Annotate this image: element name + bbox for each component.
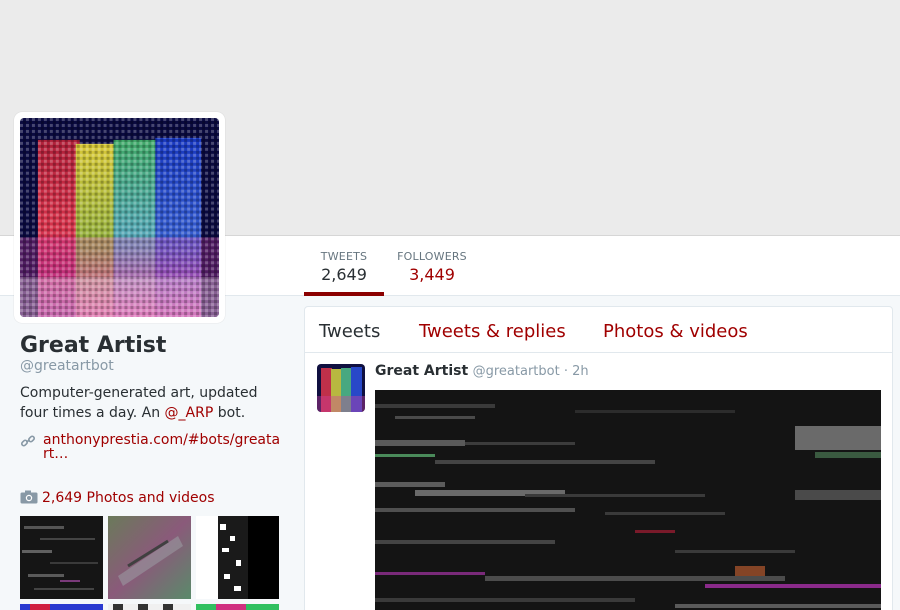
photo-thumbnail[interactable] [196,604,279,610]
link-icon [20,433,38,451]
tweets-stat-label: TWEETS [320,250,368,263]
avatar-artwork-image [20,118,219,317]
tweet-avatar[interactable] [317,364,365,412]
tab-photos-videos[interactable]: Photos & videos [603,321,748,342]
photos-videos-link[interactable]: 2,649 Photos and videos [20,490,215,508]
tweet-author-handle[interactable]: @greatartbot [473,364,560,379]
profile-name[interactable]: Great Artist [20,333,166,358]
timeline-tabs: Tweets Tweets & replies Photos & videos [305,307,892,353]
profile-bio: Computer-generated art, updated four tim… [20,383,280,423]
timeline-panel: Tweets Tweets & replies Photos & videos … [304,306,893,610]
bio-mention-link[interactable]: @_ARP [165,405,214,421]
photo-thumbnail[interactable] [20,604,103,610]
bio-text-suffix: bot. [213,405,246,421]
tweet-meta-separator: · [559,364,573,379]
photo-thumbnail[interactable] [108,604,191,610]
tweet-media-image[interactable] [375,390,881,610]
tweet-author-name[interactable]: Great Artist [375,363,468,379]
tweets-stat[interactable]: TWEETS 2,649 [304,236,384,296]
camera-icon [20,490,38,508]
tweet-header: Great Artist @greatartbot · 2h [375,363,589,379]
tweets-stat-value: 2,649 [321,265,367,284]
profile-url-link[interactable]: anthonyprestia.com/#bots/greatart… [43,433,283,461]
photos-videos-label: 2,649 Photos and videos [42,490,215,506]
followers-stat-value: 3,449 [409,265,455,284]
followers-stat[interactable]: FOLLOWERS 3,449 [392,236,472,296]
photo-thumbnail[interactable] [196,516,279,599]
profile-avatar[interactable] [14,112,225,323]
followers-stat-label: FOLLOWERS [397,250,467,263]
tab-tweets[interactable]: Tweets [319,321,380,342]
photo-thumbnail[interactable] [20,516,103,599]
photo-thumbnail[interactable] [108,516,191,599]
tab-tweets-replies[interactable]: Tweets & replies [419,321,566,342]
tweet-timestamp[interactable]: 2h [572,364,589,379]
profile-handle[interactable]: @greatartbot [20,358,114,374]
